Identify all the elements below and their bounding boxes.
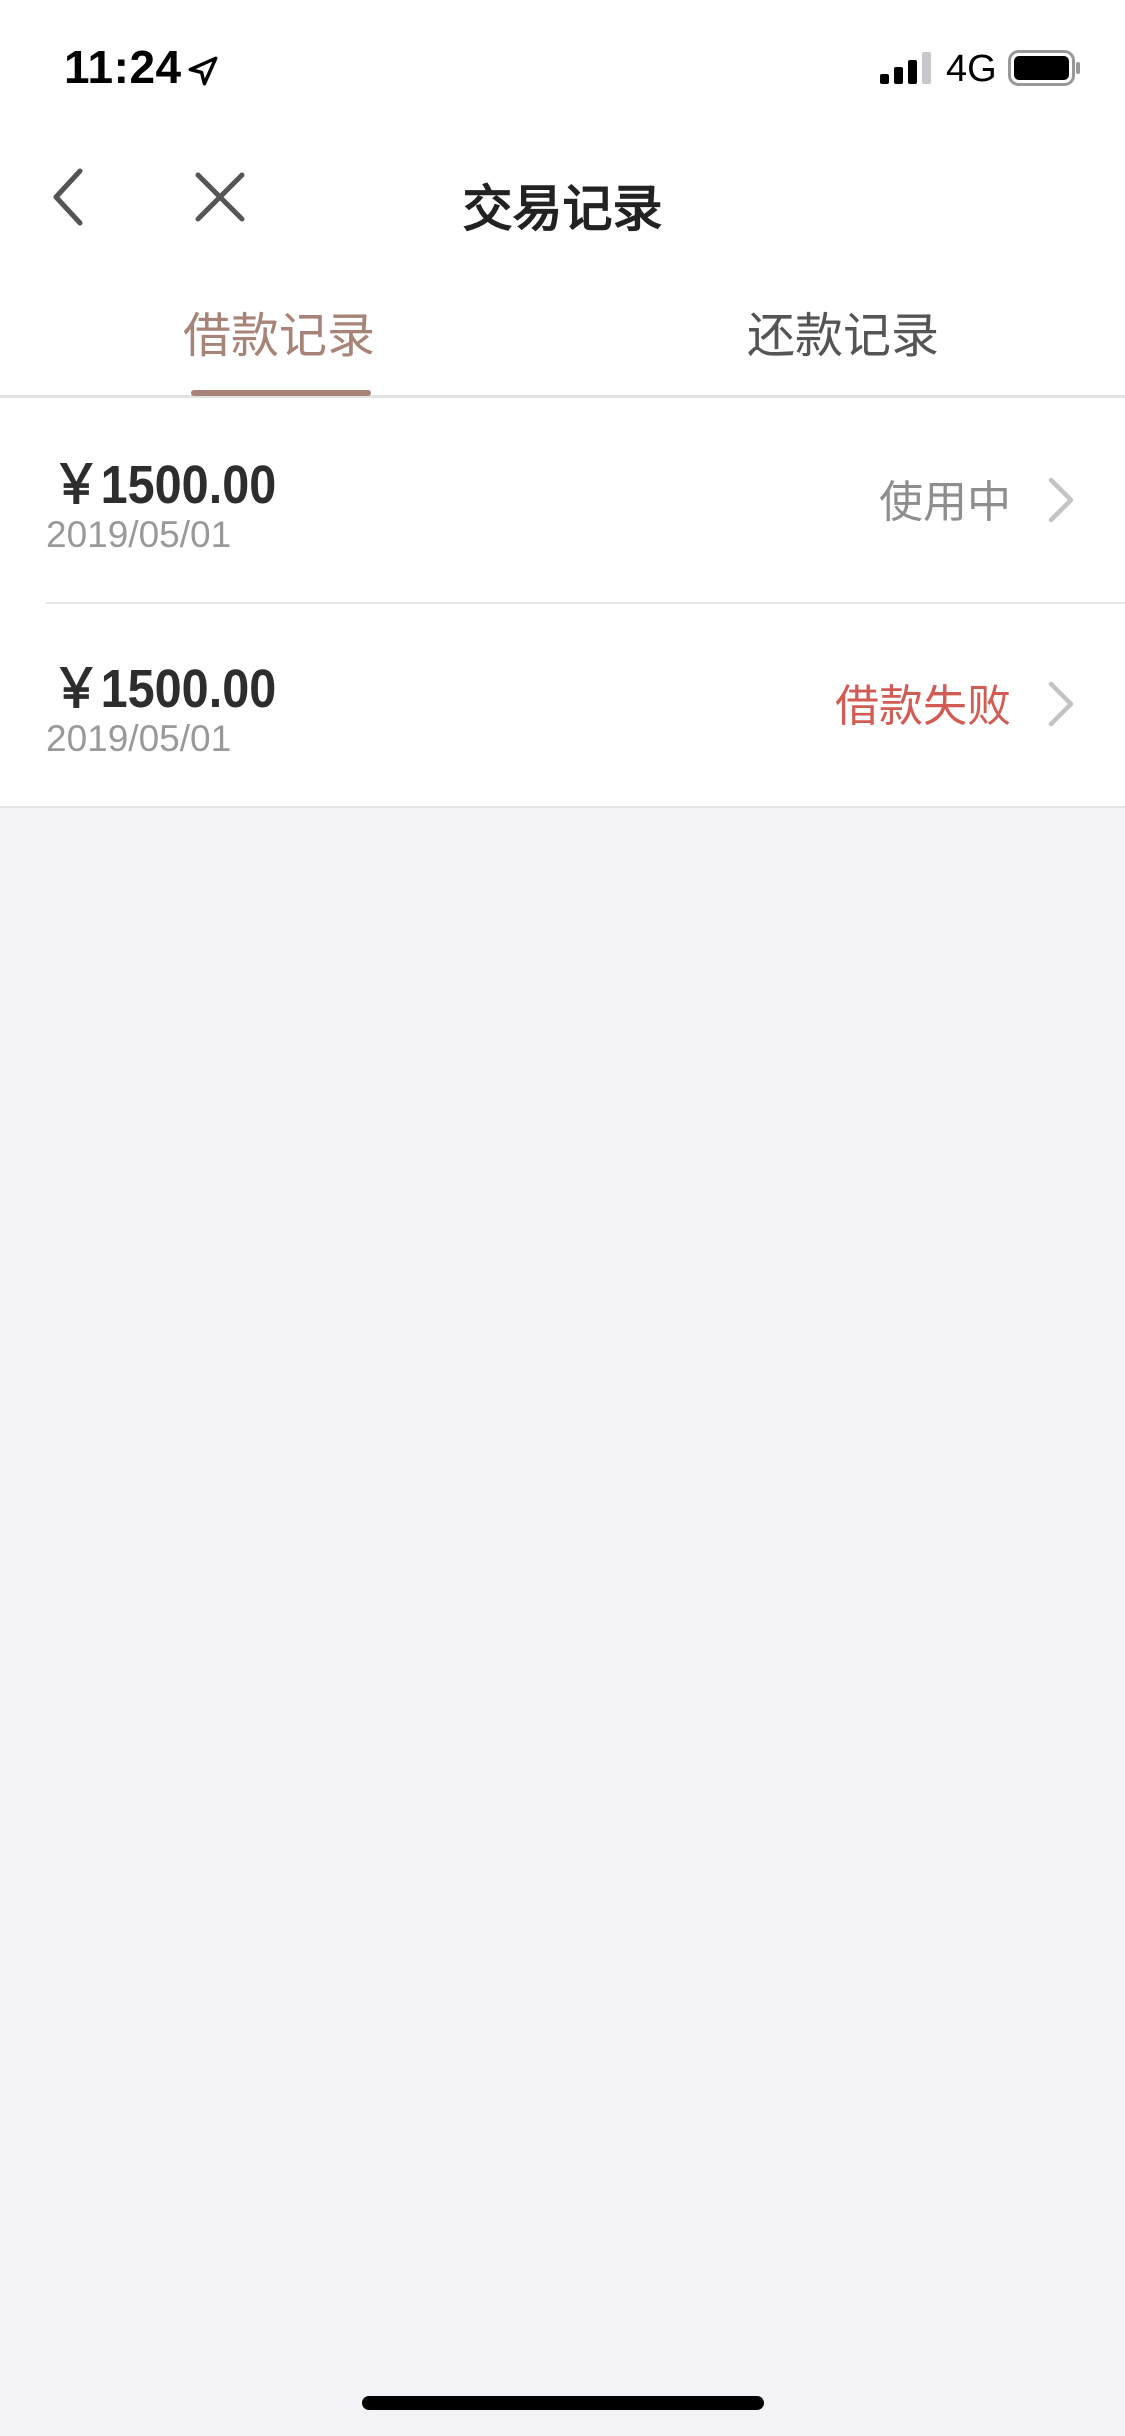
record-date: 2019/05/01 [46,514,232,555]
chevron-right-icon [1048,681,1074,727]
transaction-records-screen: 11:24 4G 交易记录 借款记录 还款记录 ￥1500.00 2019/05… [0,0,1125,2436]
status-bar: 11:24 4G [0,0,1125,135]
status-time: 11:24 [64,41,182,93]
record-status: 借款失败 [835,681,1011,732]
page-title: 交易记录 [462,180,663,238]
chevron-right-icon [1048,477,1074,523]
tab-repay-records[interactable]: 还款记录 [562,260,1124,398]
record-tabs: 借款记录 还款记录 [0,260,1125,398]
active-tab-indicator [191,390,371,396]
record-list: ￥1500.00 2019/05/01 使用中 ￥1500.00 2019/05… [0,398,1125,808]
tab-borrow-label: 借款记录 [182,308,375,364]
navigation-bar: 交易记录 [0,135,1125,260]
record-amount: ￥1500.00 [52,659,277,719]
battery-icon [1008,50,1080,86]
network-type: 4G [946,48,997,90]
list-item[interactable]: ￥1500.00 2019/05/01 使用中 [0,398,1125,602]
home-indicator[interactable] [362,2396,764,2410]
record-status: 使用中 [879,477,1011,528]
signal-bars-icon [880,52,931,84]
location-arrow-icon [188,56,218,86]
tab-repay-label: 还款记录 [746,308,939,364]
tab-borrow-records[interactable]: 借款记录 [0,260,562,398]
list-item[interactable]: ￥1500.00 2019/05/01 借款失败 [0,602,1125,806]
record-amount: ￥1500.00 [52,455,277,515]
record-date: 2019/05/01 [46,718,232,759]
